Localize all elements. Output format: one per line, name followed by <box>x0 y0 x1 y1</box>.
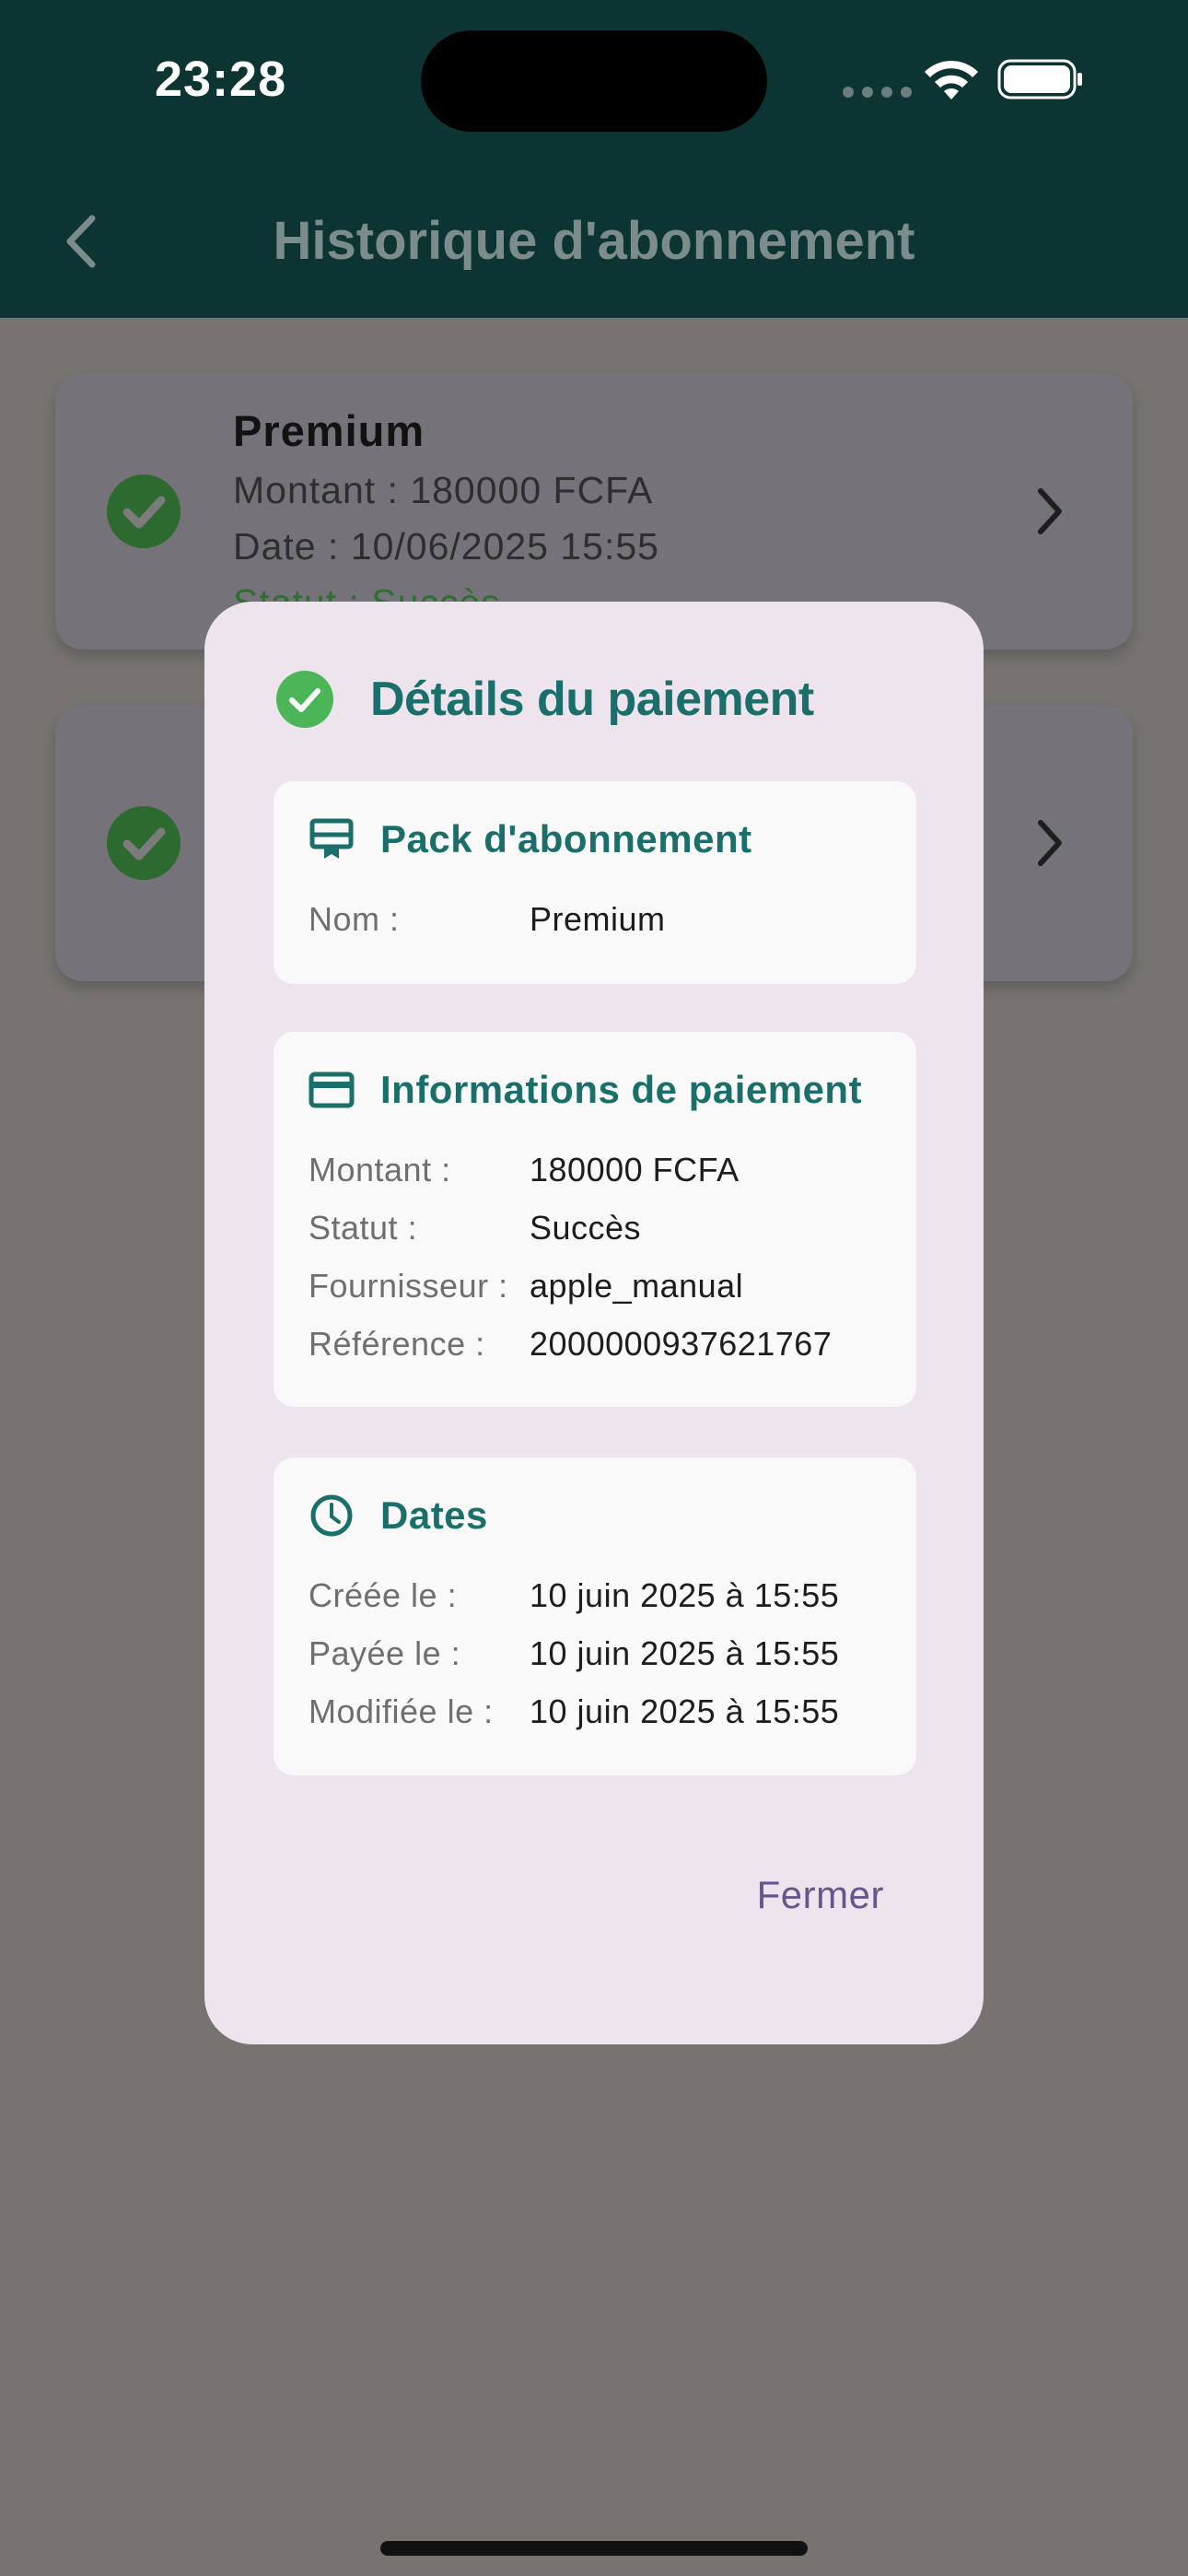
status-bar: 23:28 <box>0 0 1188 175</box>
success-check-icon <box>107 806 181 880</box>
payment-info-section: Informations de paiement Montant : 18000… <box>274 1032 916 1407</box>
detail-label: Montant : <box>309 1150 451 1188</box>
history-card-amount: Montant : 180000 FCFA <box>233 469 654 511</box>
dates-section: Dates Créée le : 10 juin 2025 à 15:55 Pa… <box>274 1458 916 1775</box>
detail-value: 180000 FCFA <box>530 1150 740 1188</box>
dialog-header: Détails du paiement <box>276 671 814 728</box>
pack-section: Pack d'abonnement Nom : Premium <box>274 781 916 984</box>
detail-row: Créée le : 10 juin 2025 à 15:55 <box>309 1566 839 1624</box>
history-card-date: Date : 10/06/2025 15:55 <box>233 525 659 568</box>
detail-value: Premium <box>530 899 666 938</box>
detail-label: Payée le : <box>309 1633 461 1672</box>
detail-value: 10 juin 2025 à 15:55 <box>530 1575 840 1614</box>
close-button[interactable]: Fermer <box>757 1873 884 1917</box>
clock-icon <box>309 1493 355 1539</box>
detail-value: 2000000937621767 <box>530 1324 833 1363</box>
detail-row: Statut : Succès <box>309 1199 832 1257</box>
page-title: Historique d'abonnement <box>273 211 915 271</box>
dynamic-island <box>421 30 767 132</box>
dates-section-title: Dates <box>380 1493 488 1537</box>
dialog-title: Détails du paiement <box>370 673 814 726</box>
history-card-title: Premium <box>233 406 425 455</box>
detail-value: 10 juin 2025 à 15:55 <box>530 1633 840 1672</box>
detail-label: Référence : <box>309 1324 485 1363</box>
pack-section-title: Pack d'abonnement <box>380 817 752 861</box>
payment-section-title: Informations de paiement <box>380 1068 863 1111</box>
detail-row: Payée le : 10 juin 2025 à 15:55 <box>309 1624 839 1682</box>
detail-row: Modifiée le : 10 juin 2025 à 15:55 <box>309 1682 839 1740</box>
detail-row: Nom : Premium <box>309 890 666 948</box>
detail-row: Montant : 180000 FCFA <box>309 1141 832 1199</box>
detail-label: Fournisseur : <box>309 1266 508 1305</box>
detail-row: Fournisseur : apple_manual <box>309 1257 832 1315</box>
success-check-icon <box>107 474 181 548</box>
detail-value: Succès <box>530 1208 642 1247</box>
status-time: 23:28 <box>155 52 287 107</box>
chevron-right-icon <box>1038 488 1062 534</box>
wifi-icon <box>925 60 978 100</box>
detail-value: 10 juin 2025 à 15:55 <box>530 1692 840 1730</box>
detail-value: apple_manual <box>530 1266 744 1305</box>
check-circle-icon <box>276 671 333 728</box>
detail-label: Modifiée le : <box>309 1692 494 1730</box>
detail-row: Référence : 2000000937621767 <box>309 1315 832 1373</box>
detail-label: Nom : <box>309 899 400 938</box>
credit-card-icon <box>309 1067 355 1113</box>
payment-details-dialog: Détails du paiement Pack d'abonnement No… <box>204 602 984 2044</box>
battery-icon <box>997 59 1082 100</box>
detail-label: Statut : <box>309 1208 418 1247</box>
card-membership-icon <box>309 816 355 862</box>
cellular-signal-icon <box>843 87 912 98</box>
chevron-right-icon <box>1038 820 1062 866</box>
detail-label: Créée le : <box>309 1575 458 1614</box>
home-indicator[interactable] <box>380 2541 808 2556</box>
